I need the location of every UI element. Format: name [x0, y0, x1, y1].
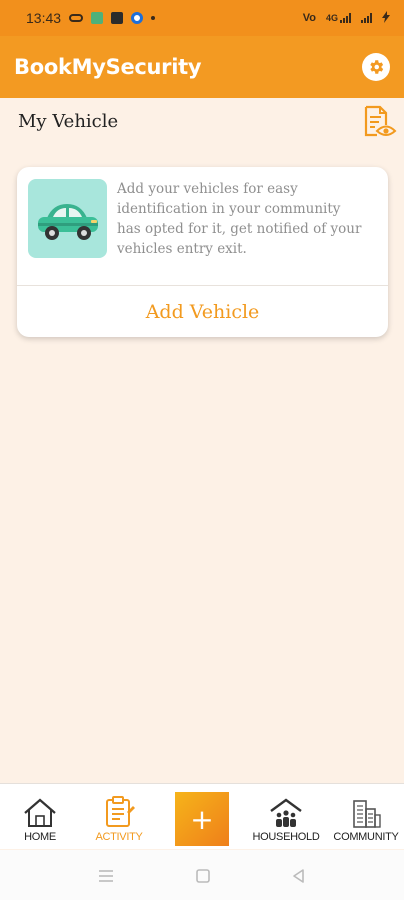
link-icon: [69, 14, 84, 22]
system-home-button[interactable]: [194, 867, 212, 885]
nav-home-label: HOME: [24, 831, 56, 843]
status-left: 13:43: [26, 10, 156, 26]
system-nav: [0, 850, 404, 900]
buildings-icon: [353, 800, 381, 828]
add-fab-button[interactable]: +: [175, 792, 229, 846]
nav-household-label: HOUSEHOLD: [252, 831, 320, 843]
charging-icon: [382, 10, 390, 26]
dot-icon: [151, 16, 156, 20]
settings-button[interactable]: [362, 53, 390, 81]
view-document-button[interactable]: [362, 104, 398, 140]
messenger-icon: [131, 12, 144, 24]
card-description: Add your vehicles for easy identificatio…: [117, 181, 362, 257]
status-right: Vo 4G: [302, 10, 390, 26]
app-icon: [91, 12, 104, 24]
nav-household[interactable]: HOUSEHOLD: [248, 784, 324, 850]
status-time: 13:43: [26, 10, 62, 26]
car-icon: [37, 203, 98, 240]
nav-community[interactable]: COMMUNITY: [330, 784, 402, 850]
signal-icon: 4G: [326, 13, 351, 23]
plus-icon: +: [190, 802, 214, 836]
document-eye-icon: [364, 105, 397, 137]
app-title: BookMySecurity: [14, 55, 202, 79]
nav-community-label: COMMUNITY: [333, 831, 399, 843]
page-title: My Vehicle: [18, 111, 119, 132]
facebook-icon: [111, 12, 124, 24]
app-bar: BookMySecurity: [0, 36, 404, 98]
menu-button[interactable]: [97, 867, 115, 885]
nav-home[interactable]: HOME: [14, 784, 66, 850]
nav-activity-label: ACTIVITY: [95, 831, 143, 843]
bottom-nav: HOME ACTIVITY + HOUSEHOLD COMMUNITY: [0, 783, 404, 849]
nav-activity[interactable]: ACTIVITY: [88, 784, 150, 850]
home-square-icon: [196, 869, 210, 883]
car-illustration: [28, 179, 107, 258]
back-triangle-icon: [293, 869, 304, 883]
signal-icon: [361, 13, 372, 23]
home-icon: [24, 798, 56, 827]
status-bar: 13:43 Vo 4G: [0, 0, 404, 36]
add-vehicle-button[interactable]: Add Vehicle: [17, 286, 388, 337]
menu-icon: [99, 870, 113, 882]
vowifi-icon: Vo: [302, 12, 316, 24]
clipboard-icon: [106, 796, 135, 827]
back-button[interactable]: [290, 867, 308, 885]
gear-icon: [370, 60, 384, 74]
household-icon: [270, 798, 302, 827]
add-vehicle-card: Add your vehicles for easy identificatio…: [17, 167, 388, 337]
